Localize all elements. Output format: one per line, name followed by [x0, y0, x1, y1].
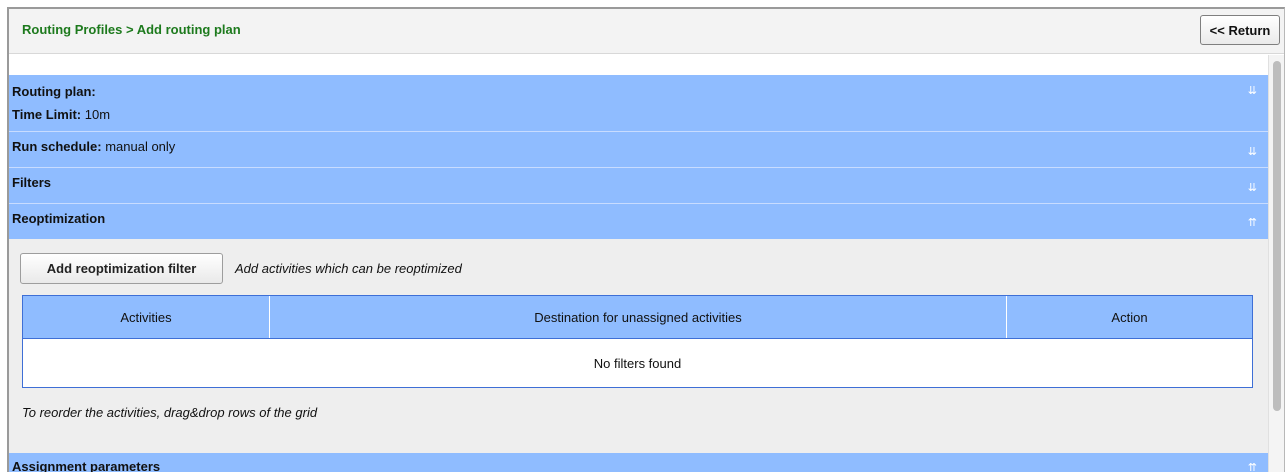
- time-limit-row: Time Limit: 10m: [12, 107, 110, 122]
- filters-title: Filters: [12, 175, 52, 190]
- double-chevron-down-icon[interactable]: ⇊: [1248, 145, 1257, 158]
- assignment-parameters-section[interactable]: Assignment parameters ⇈: [9, 453, 1271, 472]
- reoptimization-body: Add reoptimization filter Add activities…: [9, 239, 1271, 453]
- column-header-destination[interactable]: Destination for unassigned activities: [270, 296, 1007, 338]
- column-header-activities[interactable]: Activities: [23, 296, 270, 338]
- reoptimization-grid[interactable]: Activities Destination for unassigned ac…: [22, 295, 1253, 388]
- assignment-parameters-title: Assignment parameters: [12, 459, 161, 472]
- scrollbar-thumb[interactable]: [1273, 61, 1281, 411]
- reoptimization-section[interactable]: Reoptimization ⇈: [9, 204, 1271, 239]
- filters-section[interactable]: Filters ⇊: [9, 168, 1271, 204]
- return-button[interactable]: << Return: [1200, 15, 1280, 45]
- double-chevron-down-icon[interactable]: ⇊: [1248, 84, 1257, 97]
- time-limit-label: Time Limit:: [12, 107, 82, 122]
- add-reoptimization-filter-button[interactable]: Add reoptimization filter: [20, 253, 223, 284]
- routing-plan-section[interactable]: Routing plan: Time Limit: 10m ⇊: [9, 75, 1271, 132]
- grid-header: Activities Destination for unassigned ac…: [23, 296, 1252, 339]
- column-header-action[interactable]: Action: [1007, 296, 1252, 338]
- double-chevron-down-icon[interactable]: ⇊: [1248, 181, 1257, 194]
- time-limit-value: 10m: [84, 107, 111, 122]
- reorder-hint: To reorder the activities, drag&drop row…: [22, 405, 318, 420]
- double-chevron-up-icon[interactable]: ⇈: [1248, 216, 1257, 229]
- run-schedule-value: manual only: [105, 139, 176, 154]
- accordion: Routing plan: Time Limit: 10m ⇊ Run sche…: [9, 75, 1271, 472]
- add-filter-hint: Add activities which can be reoptimized: [235, 261, 462, 276]
- run-schedule-section[interactable]: Run schedule: manual only ⇊: [9, 132, 1271, 168]
- page-header: Routing Profiles > Add routing plan << R…: [9, 9, 1284, 54]
- double-chevron-up-icon[interactable]: ⇈: [1248, 461, 1257, 472]
- vertical-scrollbar[interactable]: [1268, 55, 1284, 472]
- routing-plan-title: Routing plan:: [12, 84, 96, 99]
- main-panel: Routing Profiles > Add routing plan << R…: [7, 7, 1285, 472]
- breadcrumb[interactable]: Routing Profiles > Add routing plan: [22, 22, 241, 37]
- grid-empty-message: No filters found: [593, 355, 682, 371]
- run-schedule-label: Run schedule:: [12, 139, 102, 154]
- run-schedule-row: Run schedule: manual only: [12, 139, 175, 154]
- reoptimization-title: Reoptimization: [12, 211, 106, 226]
